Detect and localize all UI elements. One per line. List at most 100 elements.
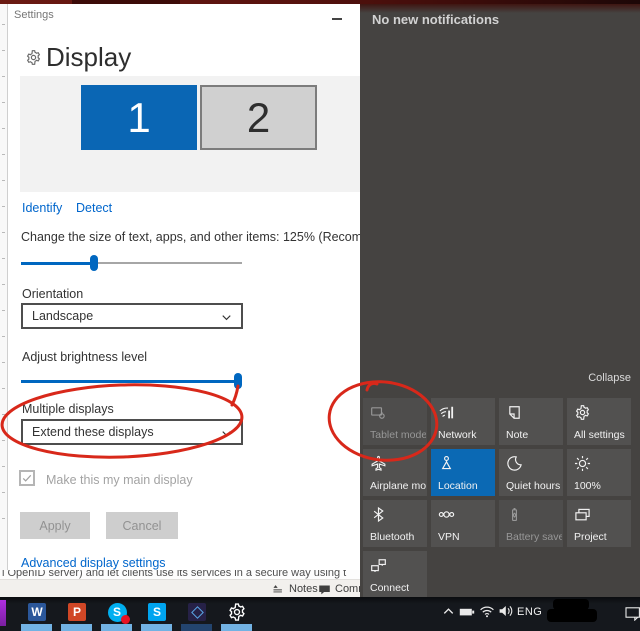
taskbar-indicator	[221, 624, 252, 631]
note-icon	[506, 404, 523, 421]
wifi-tray[interactable]	[479, 603, 495, 619]
brightness-label: Adjust brightness level	[22, 350, 147, 364]
taskbar-app-word[interactable]: W	[17, 600, 57, 624]
minimize-button[interactable]	[332, 18, 342, 20]
quick-action-label: All settings	[574, 429, 625, 441]
settings-gear-icon	[227, 602, 247, 622]
quick-action-label: Project	[574, 531, 607, 543]
notification-badge	[121, 615, 130, 624]
quick-action-label: Airplane mode	[370, 480, 426, 492]
taskbar-edge-app-icon[interactable]	[0, 600, 6, 626]
volume-tray[interactable]	[498, 603, 514, 619]
chevron-up-icon	[441, 604, 456, 619]
background-doc-edge	[0, 4, 8, 570]
apply-button[interactable]: Apply	[20, 512, 90, 539]
monitor-1[interactable]: 1	[81, 85, 197, 150]
vpn-icon	[438, 506, 455, 523]
slider-thumb[interactable]	[90, 255, 98, 271]
settings-gear-icon	[25, 49, 42, 66]
taskbar-indicator	[181, 624, 212, 631]
battery-saver-icon	[506, 506, 523, 523]
comment-icon	[318, 583, 331, 596]
brightness-slider[interactable]	[21, 373, 242, 389]
quick-action-note[interactable]: Note	[499, 398, 563, 445]
collapse-button[interactable]: Collapse	[588, 372, 631, 384]
monitor-1-label: 1	[127, 94, 150, 142]
quick-action-airplane-mode[interactable]: Airplane mode	[363, 449, 427, 496]
quick-action-label: Connect	[370, 582, 409, 594]
slider-thumb[interactable]	[234, 373, 242, 389]
quick-action-quiet-hours[interactable]: Quiet hours	[499, 449, 563, 496]
orientation-dropdown[interactable]: Landscape	[21, 303, 243, 329]
quick-action-label: 100%	[574, 480, 601, 492]
word-icon: W	[28, 603, 46, 621]
quick-action-battery-saver[interactable]: Battery saver	[499, 500, 563, 547]
screen: l OpenID server) and let clients use its…	[0, 0, 640, 631]
quick-action-location[interactable]: Location	[431, 449, 495, 496]
language-indicator[interactable]: ENG	[517, 606, 542, 618]
main-display-checkbox[interactable]	[19, 470, 35, 486]
scale-label: Change the size of text, apps, and other…	[21, 230, 360, 244]
powerpoint-icon: P	[68, 603, 86, 621]
chevron-down-icon	[219, 310, 234, 325]
taskbar-indicator	[21, 624, 52, 631]
taskbar-indicator	[101, 624, 132, 631]
identify-link[interactable]: Identify	[22, 201, 62, 215]
taskbar: WPSS ENG	[0, 597, 640, 631]
taskbar-app-skype[interactable]: S	[97, 600, 137, 624]
quiet-hours-icon	[506, 455, 523, 472]
taskbar-app-settings-gear[interactable]	[217, 600, 257, 624]
multiple-displays-dropdown[interactable]: Extend these displays	[21, 419, 243, 445]
advanced-display-settings-link[interactable]: Advanced display settings	[21, 556, 166, 570]
project-icon	[574, 506, 591, 523]
orientation-label: Orientation	[22, 287, 83, 301]
quick-action-all-settings[interactable]: All settings	[567, 398, 631, 445]
quick-action-label: Quiet hours	[506, 480, 560, 492]
scale-slider[interactable]	[21, 255, 242, 271]
redacted-date	[547, 609, 597, 622]
background-doc-text: l OpenID server) and let clients use its…	[0, 570, 362, 579]
slider-fill	[21, 380, 242, 383]
notes-label: Notes	[289, 583, 318, 595]
battery-tray[interactable]	[459, 604, 475, 620]
taskbar-app-skype-business[interactable]: S	[137, 600, 177, 624]
taskbar-app-dark-app[interactable]	[177, 600, 217, 624]
taskbar-indicator	[61, 624, 92, 631]
quick-action-label: Location	[438, 480, 478, 492]
all-settings-icon	[574, 404, 591, 421]
wifi-icon	[479, 603, 495, 619]
detect-link[interactable]: Detect	[76, 201, 112, 215]
background-statusbar: Notes Comme	[0, 579, 362, 597]
monitor-preview: 1 2	[20, 76, 360, 192]
quick-action-label: Note	[506, 429, 528, 441]
dark-app-icon	[188, 603, 206, 621]
tray-expand-button[interactable]	[441, 604, 456, 619]
quick-action-connect[interactable]: Connect	[363, 551, 427, 598]
quick-action-vpn[interactable]: VPN	[431, 500, 495, 547]
monitor-2-label: 2	[247, 94, 270, 142]
quick-action-bluetooth[interactable]: Bluetooth	[363, 500, 427, 547]
quick-action-label: Network	[438, 429, 477, 441]
bluetooth-icon	[370, 506, 387, 523]
notes-icon	[272, 583, 285, 596]
quick-action-tablet-mode[interactable]: Tablet mode	[363, 398, 427, 445]
monitor-2[interactable]: 2	[200, 85, 317, 150]
quick-action-100-[interactable]: 100%	[567, 449, 631, 496]
chevron-down-icon	[219, 426, 234, 441]
orientation-value: Landscape	[32, 309, 93, 323]
cancel-button[interactable]: Cancel	[106, 512, 178, 539]
main-display-checkbox-label: Make this my main display	[46, 473, 193, 487]
notifications-status: No new notifications	[372, 12, 499, 27]
notes-toggle[interactable]: Notes	[272, 581, 318, 597]
taskbar-indicator	[141, 624, 172, 631]
multiple-displays-value: Extend these displays	[32, 425, 154, 439]
tablet-mode-icon	[370, 404, 387, 421]
location-icon	[438, 455, 455, 472]
settings-window: Settings Display 1 2 Identify Detect Cha…	[8, 4, 360, 570]
volume-icon	[498, 603, 514, 619]
quick-action-project[interactable]: Project	[567, 500, 631, 547]
taskbar-app-powerpoint[interactable]: P	[57, 600, 97, 624]
quick-action-network[interactable]: Network	[431, 398, 495, 445]
action-center: No new notifications Collapse Tablet mod…	[360, 4, 640, 600]
action-center-button[interactable]	[625, 605, 640, 621]
